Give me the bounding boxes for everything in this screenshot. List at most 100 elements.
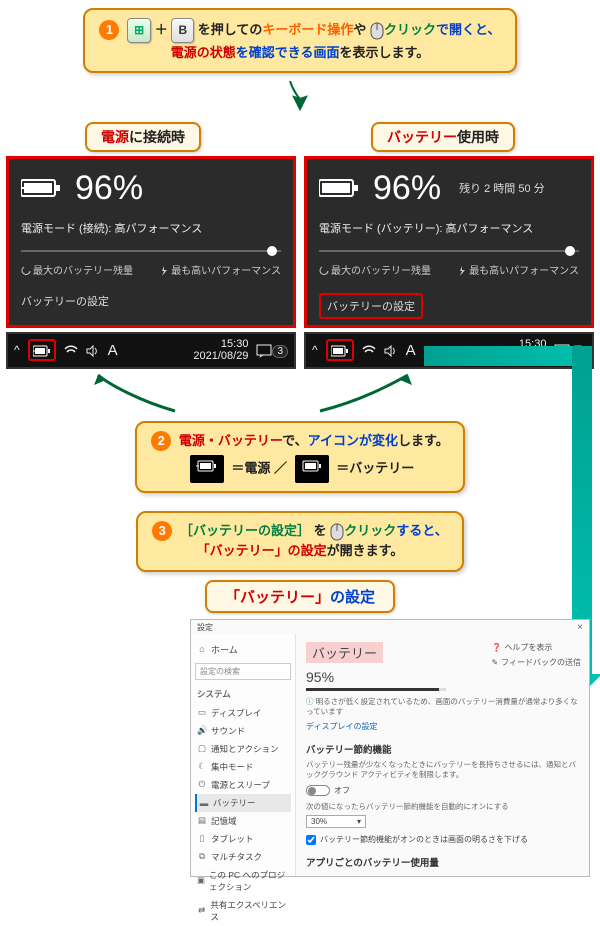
sidebar-item-storage[interactable]: ▤記憶域 <box>195 812 291 830</box>
battery-charging-icon <box>21 176 63 200</box>
settings-main: ❓ヘルプを表示 ✎フィードバックの送信 バッテリー 95% ⓘ 明るさが低く設定… <box>296 634 589 876</box>
text: すると、 <box>396 523 447 538</box>
display-icon: ▭ <box>197 707 207 718</box>
battery-settings-link[interactable]: バッテリーの設定 <box>319 293 423 319</box>
arrow-down-icon <box>0 81 600 118</box>
text: 電源 <box>101 129 129 145</box>
text: の設定 <box>330 589 375 606</box>
tray-wifi-icon[interactable] <box>64 343 78 357</box>
notifications-icon: ▢ <box>197 743 207 754</box>
tray-ime-indicator[interactable]: A <box>406 342 416 359</box>
sidebar-home[interactable]: ⌂ホーム <box>195 640 291 659</box>
step-badge-2: 2 <box>151 431 171 451</box>
power-mode-slider[interactable] <box>319 242 579 260</box>
text: アイコンが変化 <box>308 433 398 448</box>
sidebar-item-shared[interactable]: ⇄共有エクスペリエンス <box>195 896 291 926</box>
text: ＝バッテリー <box>333 461 415 476</box>
battery-settings-link[interactable]: バッテリーの設定 <box>21 293 109 309</box>
text: ＝電源 ／ <box>228 461 291 476</box>
home-icon: ⌂ <box>197 644 207 654</box>
help-link[interactable]: ❓ヘルプを表示 <box>491 642 581 653</box>
text: 電源・バッテリー <box>179 433 282 448</box>
power-icon: ⏻ <box>197 779 207 790</box>
mouse-icon <box>370 22 384 37</box>
text: 使用時 <box>457 129 499 145</box>
tray-ime-indicator[interactable]: A <box>108 342 118 359</box>
b-key-icon: B <box>171 18 194 43</box>
text: を確認できる画面 <box>236 45 340 60</box>
windows-key-icon: ⊞ <box>127 18 151 43</box>
help-icon: ❓ <box>491 643 501 652</box>
text: を押しての <box>198 22 263 37</box>
battery-flyout-plugged: 96% 電源モード (接続): 高パフォーマンス 最大のバッテリー残量 最も高い… <box>6 156 296 328</box>
shared-icon: ⇄ <box>197 905 206 916</box>
text: バッテリーの設定 <box>193 523 297 538</box>
text: に接続時 <box>129 129 185 145</box>
step-badge-1: 1 <box>99 20 119 40</box>
battery-saver-toggle[interactable] <box>306 785 330 796</box>
power-mode-slider[interactable] <box>21 242 281 260</box>
battery-icon <box>295 455 329 483</box>
panel-labels-row: 電源に接続時 バッテリー使用時 <box>0 122 600 152</box>
tray-chevron-icon[interactable]: ^ <box>14 343 20 357</box>
sidebar-item-battery[interactable]: ▬バッテリー <box>195 794 291 812</box>
threshold-dropdown[interactable]: 30%▾ <box>306 815 366 828</box>
sidebar-item-power[interactable]: ⏻電源とスリープ <box>195 776 291 794</box>
projection-icon: ▣ <box>197 875 205 886</box>
battery-flyout-onbattery: 96% 残り 2 時間 50 分 電源モード (バッテリー): 高パフォーマンス… <box>304 156 594 328</box>
swoop-arrows <box>0 373 600 413</box>
instruction-callout-3: 3 ［バッテリーの設定］ を クリックすると、 「バッテリー」の設定が開きます。 <box>136 511 463 571</box>
sound-icon: 🔊 <box>197 725 207 736</box>
action-center-icon[interactable]: 3 <box>256 343 288 358</box>
slider-max-label: 最も高いパフォーマンス <box>159 262 281 277</box>
tray-volume-icon[interactable] <box>384 343 398 357</box>
sidebar-item-display[interactable]: ▭ディスプレイ <box>195 704 291 722</box>
power-mode-label: 電源モード (バッテリー): 高パフォーマンス <box>319 220 579 236</box>
sidebar-item-notifications[interactable]: ▢通知とアクション <box>195 740 291 758</box>
chevron-down-icon: ▾ <box>357 817 361 826</box>
sidebar-item-projection[interactable]: ▣この PC へのプロジェクション <box>195 866 291 896</box>
tray-volume-icon[interactable] <box>86 343 100 357</box>
tray-battery-charging-icon[interactable] <box>28 339 56 361</box>
tray-chevron-icon[interactable]: ^ <box>312 343 318 357</box>
text: で、 <box>282 433 307 448</box>
dim-screen-checkbox[interactable] <box>306 835 316 845</box>
page-title: バッテリー <box>306 642 383 663</box>
text: 「 <box>225 589 240 606</box>
battery-icon <box>319 176 361 200</box>
text: します。 <box>398 433 449 448</box>
text: を表示します。 <box>340 45 430 60</box>
display-settings-link[interactable]: ディスプレイの設定 <box>306 721 579 732</box>
text: 電源の状態 <box>171 45 236 60</box>
label-plugged: 電源に接続時 <box>85 122 201 152</box>
feedback-link[interactable]: ✎フィードバックの送信 <box>491 657 581 668</box>
slider-min-label: 最大のバッテリー残量 <box>21 262 133 277</box>
multitask-icon: ⧉ <box>197 851 207 862</box>
battery-progress-bar <box>306 688 446 691</box>
battery-saver-heading: バッテリー節約機能 <box>306 742 579 756</box>
battery-panels-row: 96% 電源モード (接続): 高パフォーマンス 最大のバッテリー残量 最も高い… <box>0 152 600 332</box>
sidebar-item-focus[interactable]: ☾集中モード <box>195 758 291 776</box>
close-button[interactable]: × <box>577 622 583 633</box>
tray-wifi-icon[interactable] <box>362 343 376 357</box>
text: ［ <box>180 523 193 538</box>
sidebar-item-multitask[interactable]: ⧉マルチタスク <box>195 848 291 866</box>
settings-search-input[interactable]: 設定の検索 <box>195 663 291 680</box>
label-battery: バッテリー使用時 <box>371 122 515 152</box>
sidebar-item-tablet[interactable]: ▯タブレット <box>195 830 291 848</box>
tablet-icon: ▯ <box>197 833 207 844</box>
window-title: 設定 <box>197 622 213 633</box>
battery-percent: 96% <box>373 169 441 208</box>
tray-battery-icon[interactable] <box>326 339 354 361</box>
settings-sidebar: ⌂ホーム 設定の検索 システム ▭ディスプレイ 🔊サウンド ▢通知とアクション … <box>191 634 296 876</box>
battery-remaining: 残り 2 時間 50 分 <box>459 180 545 196</box>
per-app-heading: アプリごとのバッテリー使用量 <box>306 855 579 869</box>
sidebar-item-sound[interactable]: 🔊サウンド <box>195 722 291 740</box>
text: バッテリー <box>387 129 457 145</box>
tray-clock[interactable]: 15:30 2021/08/29 <box>193 338 248 363</box>
text: を <box>310 523 330 538</box>
battery-saver-note: バッテリー残量が少なくなったときにバッテリーを長持ちさせるには、通知とバックグラ… <box>306 760 579 781</box>
text: 「 <box>197 543 210 558</box>
focus-icon: ☾ <box>197 761 207 772</box>
auto-on-label: 次の値になったらバッテリー節約機能を自動的にオンにする <box>306 802 579 813</box>
